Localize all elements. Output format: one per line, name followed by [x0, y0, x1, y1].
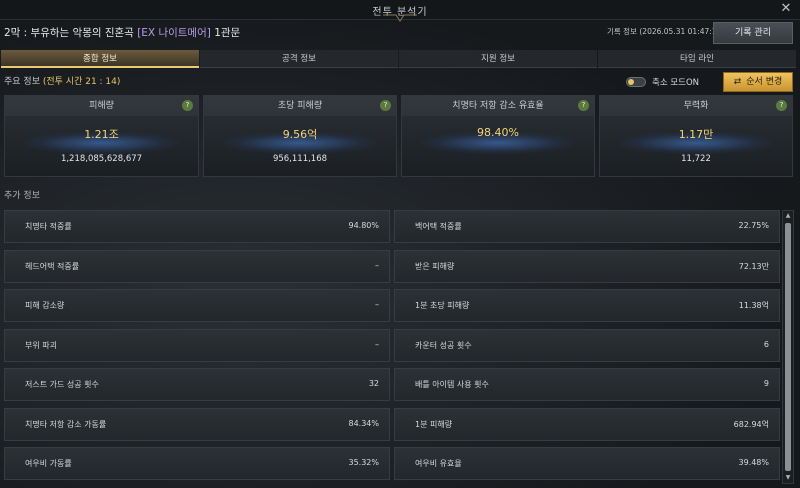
- extra-info-key: 피해 감소량: [25, 301, 65, 310]
- stat-card-dps: 초당 피해량 ? 9.56억 956,111,168: [203, 95, 397, 177]
- record-info: 기록 정보 (2026.05.31 01:47:14): [607, 27, 725, 36]
- tab-support[interactable]: 지원 정보: [399, 50, 597, 68]
- stat-card-short-value: 1.17만: [678, 128, 714, 141]
- extra-info-key: 배틀 아이템 사용 횟수: [415, 380, 489, 389]
- extra-info-value: –: [375, 340, 379, 349]
- combat-analyzer-window: 전투 분석기 ✕ 2막 : 부유하는 악몽의 진혼곡 [EX 나이트메어] 1관…: [0, 0, 800, 488]
- extra-info-value: 22.75%: [738, 221, 769, 230]
- extra-info-row: 여우비 유효율 39.48%: [394, 447, 780, 480]
- extra-info-grid: 치명타 적중률 94.80% 헤드어택 적중률 – 피해 감소량 – 부위 파괴 – 저스트 가…: [4, 210, 780, 484]
- extra-info-key: 저스트 가드 성공 횟수: [25, 380, 99, 389]
- tab-bar: 종합 정보 공격 정보 지원 정보 타임 라인: [0, 50, 800, 68]
- extra-info-value: –: [375, 261, 379, 270]
- extra-info-row: 치명타 저항 감소 가동률 84.34%: [4, 408, 390, 441]
- extra-info-row: 백어택 적중률 22.75%: [394, 210, 780, 243]
- extra-info-value: 39.48%: [738, 458, 769, 467]
- extra-info-row: 헤드어택 적중률 –: [4, 250, 390, 283]
- extra-info-value: –: [375, 300, 379, 309]
- extra-info-key: 카운터 성공 횟수: [415, 341, 472, 350]
- stat-card-short-value: 9.56억: [282, 128, 318, 141]
- extra-info-key: 여우비 가동률: [25, 459, 72, 468]
- raid-header: 2막 : 부유하는 악몽의 진혼곡 [EX 나이트메어] 1관문 기록 정보 (…: [0, 20, 800, 46]
- main-info-title: 주요 정보: [4, 77, 40, 87]
- stat-card-full-value: 1,218,085,628,677: [60, 154, 143, 164]
- extra-info-row: 1분 초당 피해량 11.38억: [394, 289, 780, 322]
- compact-mode-label: 축소 모드ON: [652, 78, 700, 88]
- extra-info-row: 저스트 가드 성공 횟수 32: [4, 368, 390, 401]
- extra-info-row: 배틀 아이템 사용 횟수 9: [394, 368, 780, 401]
- toggle-knob: [628, 79, 634, 85]
- scroll-up-icon[interactable]: ▲: [783, 211, 793, 221]
- main-info-label: 주요 정보 (전투 시간 21 : 14): [4, 74, 120, 87]
- extra-info-key: 1분 피해량: [415, 420, 453, 429]
- raid-difficulty: [EX 나이트메어]: [137, 27, 211, 39]
- record-manage-button[interactable]: 기록 관리: [713, 22, 793, 44]
- title-bar: 전투 분석기 ✕: [0, 0, 800, 22]
- extra-info-value: 72.13만: [738, 262, 769, 271]
- stat-card-title: 피해량: [5, 96, 198, 116]
- stat-card-short-value: 1.21조: [84, 128, 119, 141]
- extra-info-row: 치명타 적중률 94.80%: [4, 210, 390, 243]
- extra-info-value: 94.80%: [348, 221, 379, 230]
- compact-mode-toggle[interactable]: [626, 77, 646, 87]
- extra-info-value: 84.34%: [348, 419, 379, 428]
- extra-info-key: 치명타 적중률: [25, 222, 72, 231]
- help-icon[interactable]: ?: [182, 100, 193, 111]
- extra-info-row: 1분 피해량 682.94억: [394, 408, 780, 441]
- extra-info-value: 682.94억: [733, 420, 769, 429]
- stat-card-title: 초당 피해량: [204, 96, 396, 116]
- close-icon[interactable]: ✕: [778, 1, 794, 17]
- extra-info-value: 6: [763, 340, 769, 349]
- help-icon[interactable]: ?: [776, 100, 787, 111]
- help-icon[interactable]: ?: [380, 100, 391, 111]
- change-order-label: 순서 변경: [746, 77, 783, 87]
- extra-info-key: 부위 파괴: [25, 341, 57, 350]
- extra-info-key: 받은 피해량: [415, 262, 455, 271]
- tab-overview[interactable]: 종합 정보: [1, 50, 199, 68]
- stat-card-short-value: 98.40%: [477, 126, 519, 139]
- extra-info-value: 35.32%: [348, 458, 379, 467]
- help-icon[interactable]: ?: [578, 100, 589, 111]
- tab-attack[interactable]: 공격 정보: [200, 50, 398, 68]
- swap-icon: ⇄: [733, 77, 742, 87]
- stat-card-full-value: 11,722: [681, 154, 711, 164]
- extra-info-row: 카운터 성공 횟수 6: [394, 329, 780, 362]
- extra-info-row: 받은 피해량 72.13만: [394, 250, 780, 283]
- tab-timeline[interactable]: 타임 라인: [598, 50, 796, 68]
- change-order-button[interactable]: ⇄ 순서 변경: [723, 72, 793, 92]
- raid-gate: 1관문: [214, 27, 241, 39]
- extra-info-label: 추가 정보: [4, 191, 40, 201]
- extra-info-key: 헤드어택 적중률: [25, 262, 80, 271]
- extra-info-key: 1분 초당 피해량: [415, 301, 470, 310]
- stat-card-title: 무력화: [600, 96, 792, 116]
- extra-info-value: 9: [763, 379, 769, 388]
- extra-info-row: 피해 감소량 –: [4, 289, 390, 322]
- scrollbar[interactable]: ▲ ▼: [782, 210, 794, 484]
- extra-info-value: 11.38억: [738, 301, 769, 310]
- battle-time: (전투 시간 21 : 14): [42, 77, 121, 87]
- extra-info-value: 32: [368, 379, 379, 388]
- stat-card-crit-resist-efficiency: 치명타 저항 감소 유효율 ? 98.40%: [401, 95, 595, 177]
- extra-info-key: 여우비 유효율: [415, 459, 462, 468]
- scroll-down-icon[interactable]: ▼: [783, 473, 793, 483]
- raid-name: 2막 : 부유하는 악몽의 진혼곡: [4, 27, 134, 39]
- stat-card-full-value: 956,111,168: [272, 154, 328, 164]
- extra-info-key: 백어택 적중률: [415, 222, 462, 231]
- stat-card-damage: 피해량 ? 1.21조 1,218,085,628,677: [4, 95, 199, 177]
- stat-card-stagger: 무력화 ? 1.17만 11,722: [599, 95, 793, 177]
- extra-info-key: 치명타 저항 감소 가동률: [25, 420, 107, 429]
- raid-title: 2막 : 부유하는 악몽의 진혼곡 [EX 나이트메어] 1관문: [4, 25, 240, 40]
- scroll-thumb[interactable]: [785, 223, 791, 471]
- stat-card-title: 치명타 저항 감소 유효율: [402, 96, 594, 116]
- extra-info-row: 여우비 가동률 35.32%: [4, 447, 390, 480]
- extra-info-row: 부위 파괴 –: [4, 329, 390, 362]
